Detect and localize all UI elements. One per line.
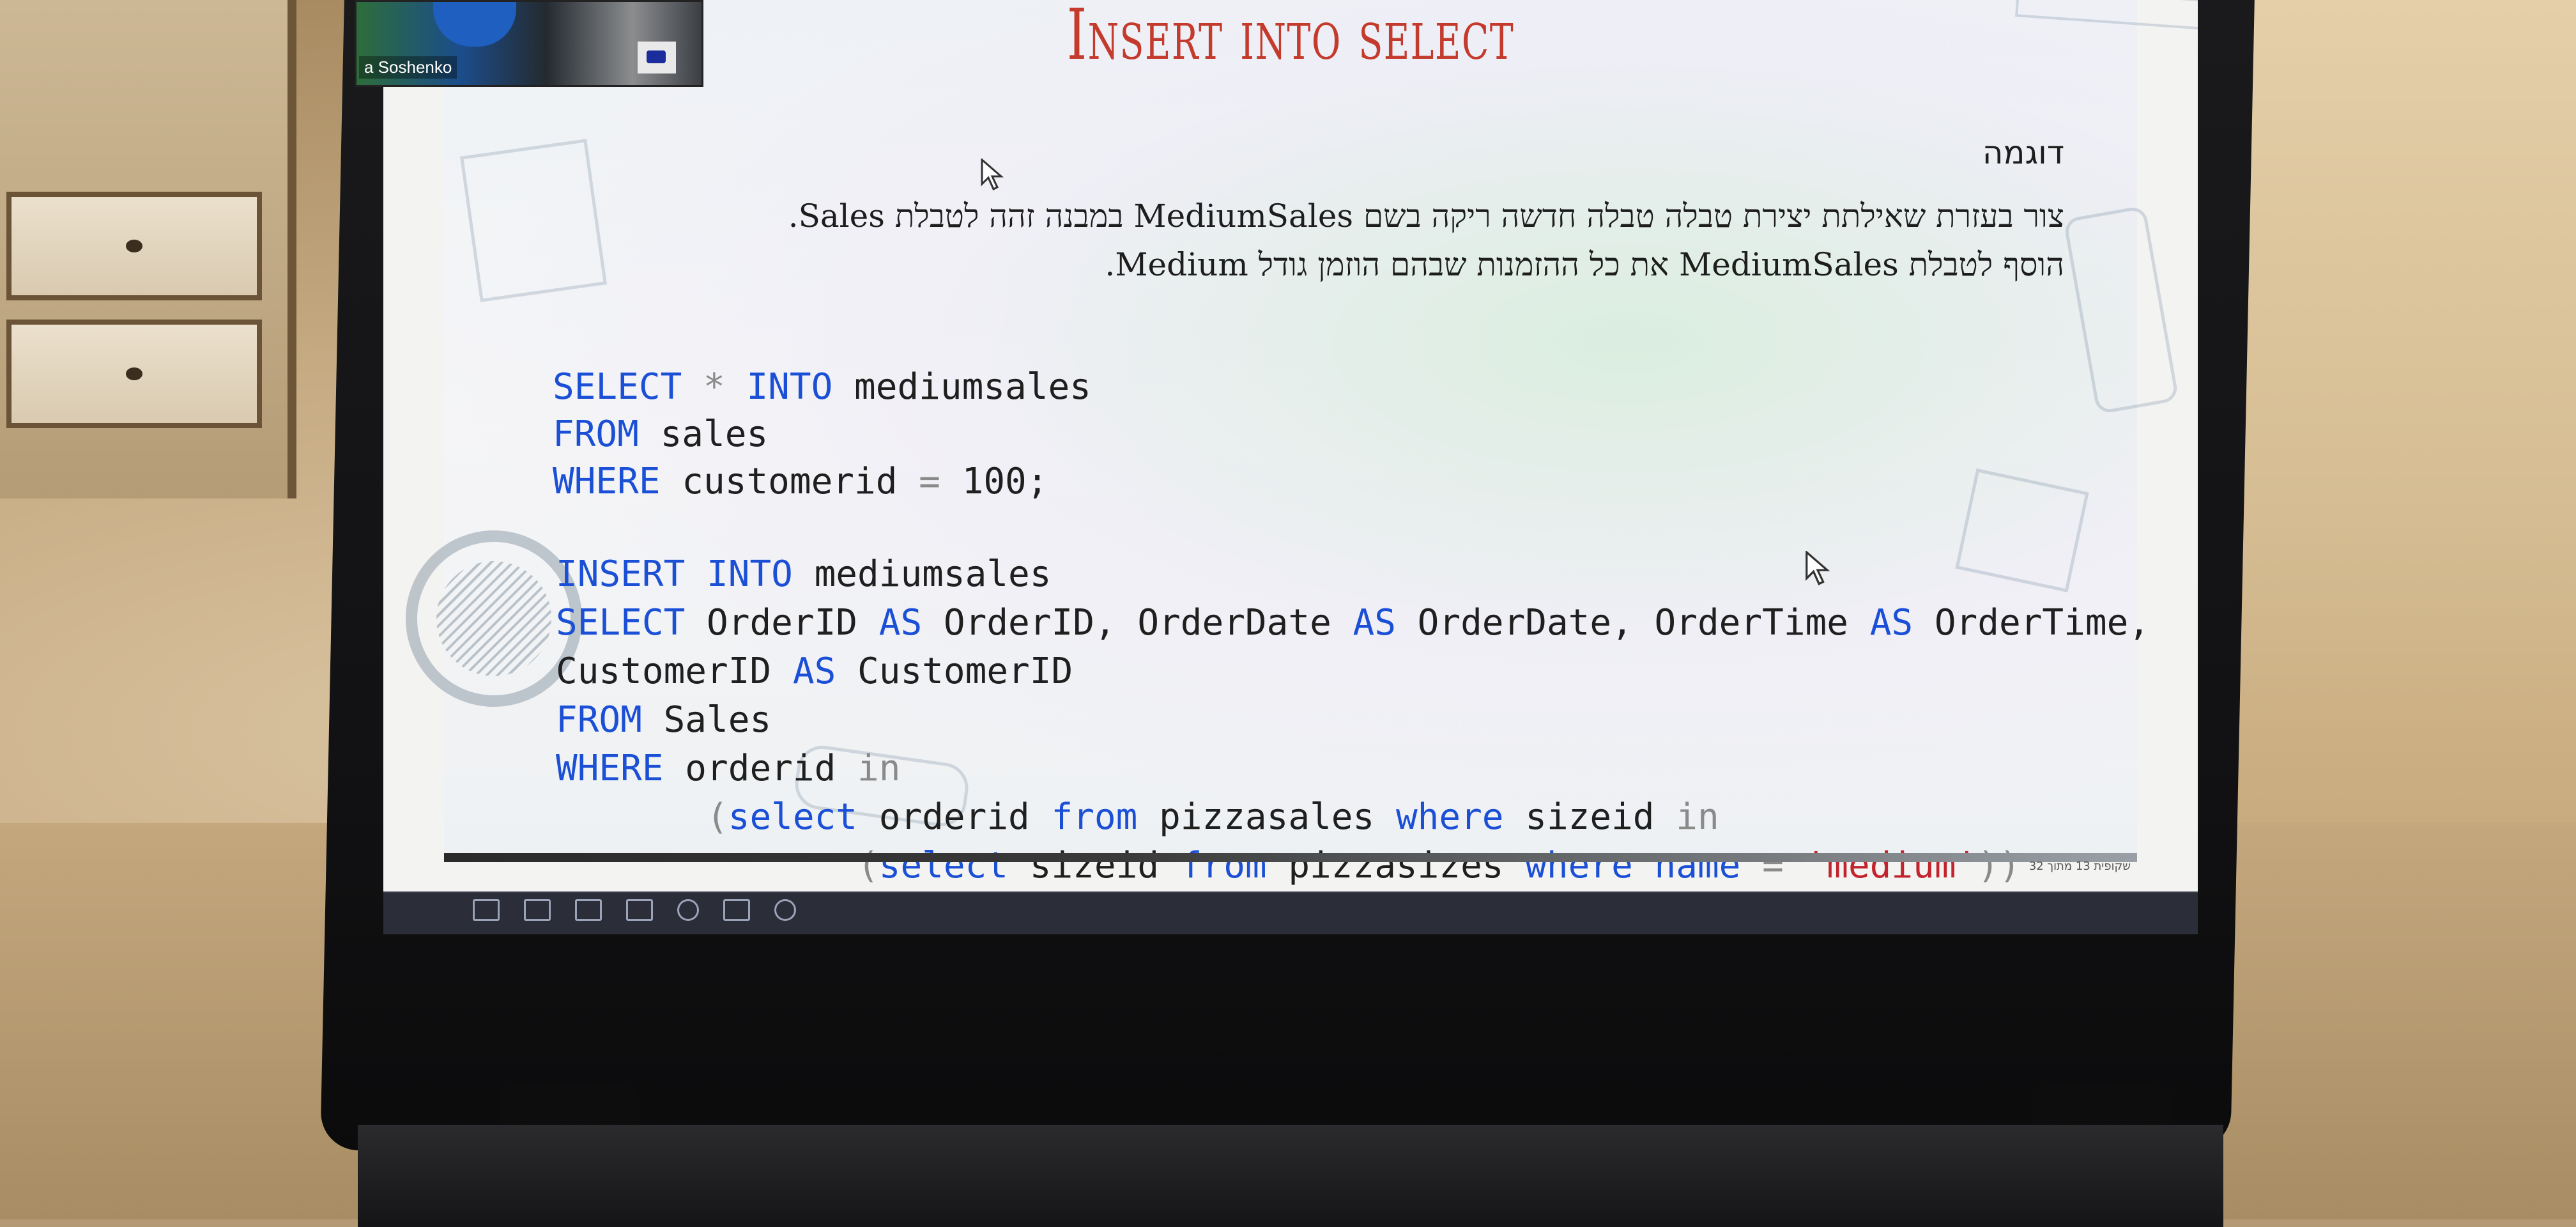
code-operator: =: [919, 461, 940, 502]
previous-icon[interactable]: [774, 899, 796, 921]
normal-view-icon[interactable]: [626, 899, 653, 921]
code-identifier: orderid: [878, 796, 1030, 838]
code-operator: in: [857, 748, 901, 789]
code-line: SELECT OrderID AS OrderID, OrderDate AS …: [556, 599, 2150, 647]
notes-icon[interactable]: [473, 899, 500, 921]
participant-video: [433, 2, 516, 47]
code-keyword: from: [1051, 796, 1138, 838]
code-keyword: where: [1525, 845, 1633, 886]
sketch-phone-decoration: [2063, 205, 2179, 415]
code-operator: =: [1762, 845, 1784, 886]
reading-view-icon[interactable]: [524, 899, 551, 921]
code-identifier: OrderID,: [943, 602, 1116, 644]
code-identifier: mediumsales: [814, 553, 1052, 595]
slide-description: צור בעזרת שאילתת יצירת טבלה טבלה חדשה רי…: [595, 192, 2064, 289]
slideshow-play-icon[interactable]: [677, 899, 699, 921]
code-paren: (: [857, 845, 879, 886]
code-identifier: OrderDate,: [1417, 602, 1633, 644]
code-paren: (: [707, 796, 728, 838]
code-operator: *: [703, 366, 725, 408]
code-keyword: from: [1180, 845, 1267, 886]
code-identifier: sizeid: [1029, 845, 1160, 886]
code-line: FROM Sales: [556, 696, 2150, 745]
code-string: 'medium': [1805, 845, 1978, 886]
laptop-base: [358, 1125, 2223, 1227]
code-identifier: OrderTime: [1654, 602, 1848, 644]
code-keyword: INTO: [746, 366, 833, 408]
code-line: CustomerID AS CustomerID: [556, 647, 2150, 696]
code-keyword: FROM: [553, 413, 639, 455]
presentation-statusbar: [383, 891, 2198, 934]
camera-icon: [638, 42, 676, 73]
code-keyword: SELECT: [556, 602, 686, 644]
participant-name: a Soshenko: [359, 56, 457, 79]
code-keyword: INSERT: [556, 553, 686, 595]
code-identifier: Sales: [663, 699, 772, 741]
code-block-insert-into-select: INSERT INTO mediumsales SELECT OrderID AS…: [556, 502, 2150, 934]
slide-sorter-icon[interactable]: [575, 899, 602, 921]
slide-title: Insert into select: [1066, 0, 1515, 75]
code-identifier: orderid: [685, 748, 836, 789]
webcam-thumbnail[interactable]: a Soshenko: [355, 0, 703, 87]
slide-subtitle: דוגמה: [1982, 134, 2064, 171]
code-identifier: sales: [660, 413, 769, 455]
slide-counter: שקופית 13 מתוך 32: [2028, 860, 2131, 873]
code-keyword: FROM: [556, 699, 642, 741]
code-identifier: sizeid: [1525, 796, 1655, 838]
shelf-drawer: [6, 192, 262, 300]
description-line-1: צור בעזרת שאילתת יצירת טבלה טבלה חדשה רי…: [788, 197, 2064, 235]
code-identifier: CustomerID: [556, 651, 772, 692]
code-keyword: AS: [1353, 602, 1396, 644]
code-keyword: select: [728, 796, 858, 838]
right-wall: [2218, 0, 2576, 831]
slide-footer-bar: [444, 853, 2137, 862]
code-keyword: name: [1654, 845, 1741, 886]
code-identifier: pizzasales: [1159, 796, 1375, 838]
code-keyword: AS: [1869, 602, 1913, 644]
statusbar-view-icons: [473, 899, 796, 921]
code-identifier: mediumsales: [854, 366, 1091, 408]
code-keyword: WHERE: [553, 461, 661, 502]
shelf: [0, 0, 296, 498]
code-line: WHERE customerid = 100;: [553, 458, 1091, 505]
code-keyword: AS: [792, 651, 836, 692]
code-keyword: SELECT: [553, 366, 682, 408]
code-keyword: AS: [878, 602, 923, 644]
code-operator: in: [1676, 796, 1719, 838]
code-keyword: INTO: [707, 553, 793, 595]
sketch-frame-decoration: [459, 139, 608, 302]
code-identifier: customerid: [682, 461, 898, 502]
presenter-icon[interactable]: [723, 899, 750, 921]
laptop-screen: Insert into select דוגמה צור בעזרת שאילת…: [383, 0, 2198, 934]
code-paren: )): [1977, 845, 2021, 886]
code-keyword: select: [878, 845, 1009, 886]
code-line: (select orderid from pizzasales where si…: [556, 793, 2150, 842]
code-identifier: OrderID: [707, 602, 858, 644]
shelf-drawer: [6, 320, 262, 428]
code-line: WHERE orderid in: [556, 745, 2150, 793]
code-line: (select sizeid from pizzasizes where nam…: [556, 842, 2150, 890]
code-identifier: 100;: [962, 461, 1048, 502]
code-keyword: WHERE: [556, 748, 664, 789]
code-identifier: CustomerID: [857, 651, 1073, 692]
code-identifier: OrderDate: [1137, 602, 1331, 644]
description-line-2: הוסף לטבלת MediumSales את כל ההזמנות שבה…: [1105, 246, 2064, 283]
sketch-pen-decoration: [2015, 0, 2198, 45]
code-identifier: OrderTime,: [1934, 602, 2150, 644]
code-line: INSERT INTO mediumsales: [556, 550, 2150, 599]
code-keyword: where: [1395, 796, 1504, 838]
code-line: SELECT * INTO mediumsales: [553, 364, 1091, 411]
code-line: FROM sales: [553, 411, 1091, 458]
code-identifier: pizzasizes: [1288, 845, 1504, 886]
presentation-slide: Insert into select דוגמה צור בעזרת שאילת…: [406, 0, 2198, 886]
